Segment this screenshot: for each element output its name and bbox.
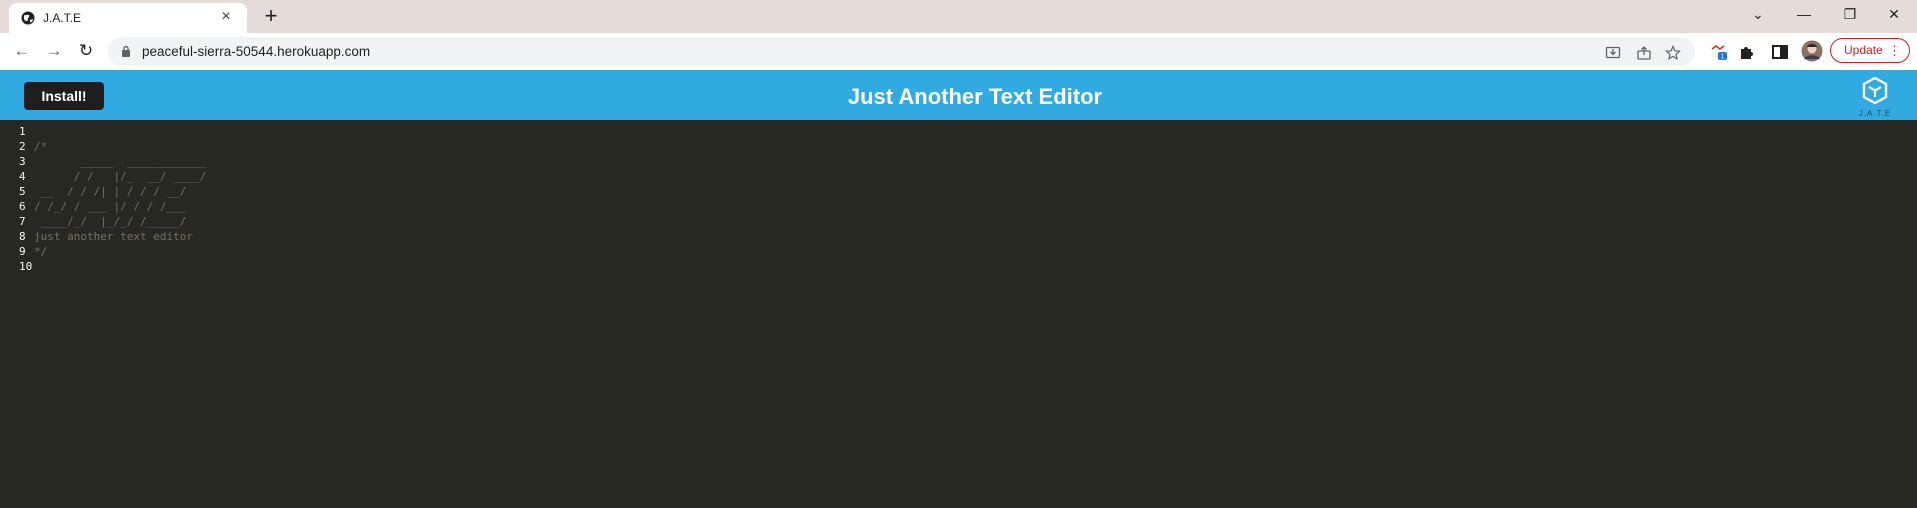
code-line[interactable]: just another text editor: [34, 229, 206, 244]
line-number: 6: [19, 200, 26, 213]
minimize-button[interactable]: —: [1781, 0, 1827, 28]
back-button[interactable]: ←: [12, 41, 32, 61]
editor-content[interactable]: /* _____ ____________ / / |/_ __/ ____/ …: [34, 124, 206, 274]
extension-badge-count: 1: [1721, 54, 1725, 61]
code-line[interactable]: / /_/ / ___ |/ / / /___: [34, 199, 206, 214]
globe-icon: [21, 11, 35, 25]
app-header: Install! Just Another Text Editor J.A.T.…: [0, 70, 1917, 120]
tab-title: J.A.T.E: [43, 11, 82, 25]
update-button[interactable]: Update ⋮: [1830, 38, 1910, 63]
line-number: 5: [19, 185, 26, 198]
line-number: 10: [19, 260, 33, 273]
url-text: peaceful-sierra-50544.herokuapp.com: [142, 44, 371, 59]
reload-button[interactable]: ↻: [76, 41, 96, 61]
address-bar[interactable]: peaceful-sierra-50544.herokuapp.com: [108, 37, 1695, 66]
update-label: Update: [1844, 43, 1883, 57]
new-tab-button[interactable]: +: [259, 4, 283, 28]
restore-button[interactable]: ❐: [1827, 0, 1873, 28]
window-close-button[interactable]: ✕: [1871, 0, 1917, 28]
code-line[interactable]: / / |/_ __/ ____/: [34, 169, 206, 184]
extensions-puzzle-icon[interactable]: [1738, 43, 1756, 61]
bookmark-star-icon[interactable]: [1665, 45, 1681, 61]
code-line[interactable]: /*: [34, 139, 206, 154]
line-number: 3: [19, 155, 26, 168]
page-title: Just Another Text Editor: [847, 84, 1103, 109]
app-logo: J.A.T.E: [1855, 75, 1895, 119]
line-number: 1: [19, 125, 26, 138]
forward-button[interactable]: →: [44, 41, 64, 61]
code-line[interactable]: __ / / /| | / / / __/: [34, 184, 206, 199]
install-app-icon[interactable]: [1605, 45, 1621, 61]
code-editor[interactable]: 1 2 3 4 5 6 7 8 9 10 /* _____ ____________ / / |/…: [0, 120, 1917, 508]
profile-avatar[interactable]: [1801, 40, 1823, 62]
code-line[interactable]: */: [34, 244, 206, 259]
extension-badge-icon[interactable]: 1: [1710, 43, 1728, 61]
logo-cube-icon: [1862, 76, 1888, 105]
code-line[interactable]: ____/_/ |_/_/ /_____/: [34, 214, 206, 229]
line-number: 2: [19, 140, 26, 153]
browser-toolbar: ← → ↻ peaceful-sierra-50544.herokuapp.co…: [0, 33, 1917, 70]
side-panel-icon[interactable]: [1771, 43, 1789, 61]
line-number: 8: [19, 230, 26, 243]
tab-search-chevron-icon[interactable]: ⌄: [1735, 0, 1781, 28]
share-icon[interactable]: [1636, 45, 1652, 61]
line-number: 9: [19, 245, 26, 258]
tab-close-icon[interactable]: ×: [217, 8, 235, 26]
line-number: 4: [19, 170, 26, 183]
code-line[interactable]: [34, 259, 206, 274]
logo-text: J.A.T.E: [1858, 109, 1892, 118]
lock-icon: [122, 45, 130, 57]
browser-tab-strip: J.A.T.E × + ⌄ — ❐ ✕: [0, 0, 1917, 33]
line-number: 7: [19, 215, 26, 228]
browser-tab[interactable]: J.A.T.E ×: [9, 3, 247, 33]
browser-menu-icon[interactable]: ⋮: [1888, 39, 1901, 62]
code-line[interactable]: [34, 124, 206, 139]
code-line[interactable]: _____ ____________: [34, 154, 206, 169]
line-number-gutter: 1 2 3 4 5 6 7 8 9 10: [0, 124, 33, 274]
